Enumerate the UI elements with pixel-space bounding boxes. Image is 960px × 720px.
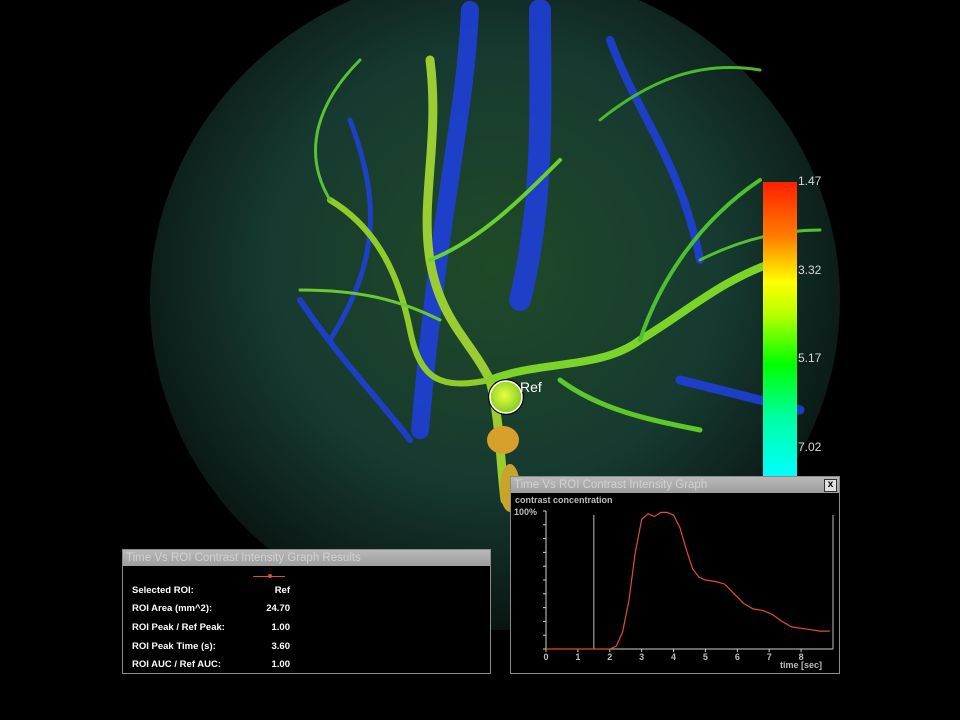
close-button[interactable]: x — [824, 479, 837, 492]
contrast-time-chart: contrast concentration 100% time [sec] 0… — [514, 495, 834, 670]
color-scale-tick: 3.32 — [798, 263, 822, 277]
results-label: Selected ROI: — [132, 585, 194, 596]
x-tick-label: 5 — [703, 652, 708, 662]
color-scale-tick: 1.47 — [798, 174, 822, 188]
graph-panel-title[interactable]: Time Vs ROI Contrast Intensity Graph — [511, 477, 839, 493]
y-top-tick: 100% — [514, 507, 537, 517]
x-tick-label: 6 — [735, 652, 740, 662]
results-value: 1.00 — [271, 659, 291, 670]
x-tick-label: 1 — [575, 652, 580, 662]
color-scale-bar — [763, 182, 797, 476]
graph-panel: Time Vs ROI Contrast Intensity Graph x c… — [510, 476, 840, 674]
results-panel: Time Vs ROI Contrast Intensity Graph Res… — [122, 549, 491, 674]
color-scale-tick: 7.02 — [798, 440, 822, 454]
x-tick-label: 0 — [543, 652, 548, 662]
x-tick-label: 2 — [607, 652, 612, 662]
x-tick-label: 3 — [639, 652, 644, 662]
results-value: Ref — [274, 585, 290, 596]
x-tick-label: 7 — [767, 652, 772, 662]
results-value: 3.60 — [271, 641, 291, 652]
series-line-ref — [546, 511, 830, 650]
results-value: 24.70 — [266, 603, 290, 614]
roi-legend-dot — [268, 574, 272, 578]
results-label: ROI AUC / Ref AUC: — [132, 659, 222, 670]
x-tick-label: 8 — [799, 652, 804, 662]
y-axis-label: contrast concentration — [515, 495, 613, 505]
results-panel-title[interactable]: Time Vs ROI Contrast Intensity Graph Res… — [123, 550, 490, 566]
roi-ref-circle — [489, 380, 523, 414]
color-scale-tick: 5.17 — [798, 351, 822, 365]
x-tick-label: 4 — [671, 652, 676, 662]
results-label: ROI Peak / Ref Peak: — [132, 622, 225, 633]
results-value: 1.00 — [271, 622, 291, 633]
results-label: ROI Area (mm^2): — [132, 603, 213, 614]
results-label: ROI Peak Time (s): — [132, 641, 216, 652]
roi-ref-label[interactable]: Ref — [520, 379, 542, 395]
